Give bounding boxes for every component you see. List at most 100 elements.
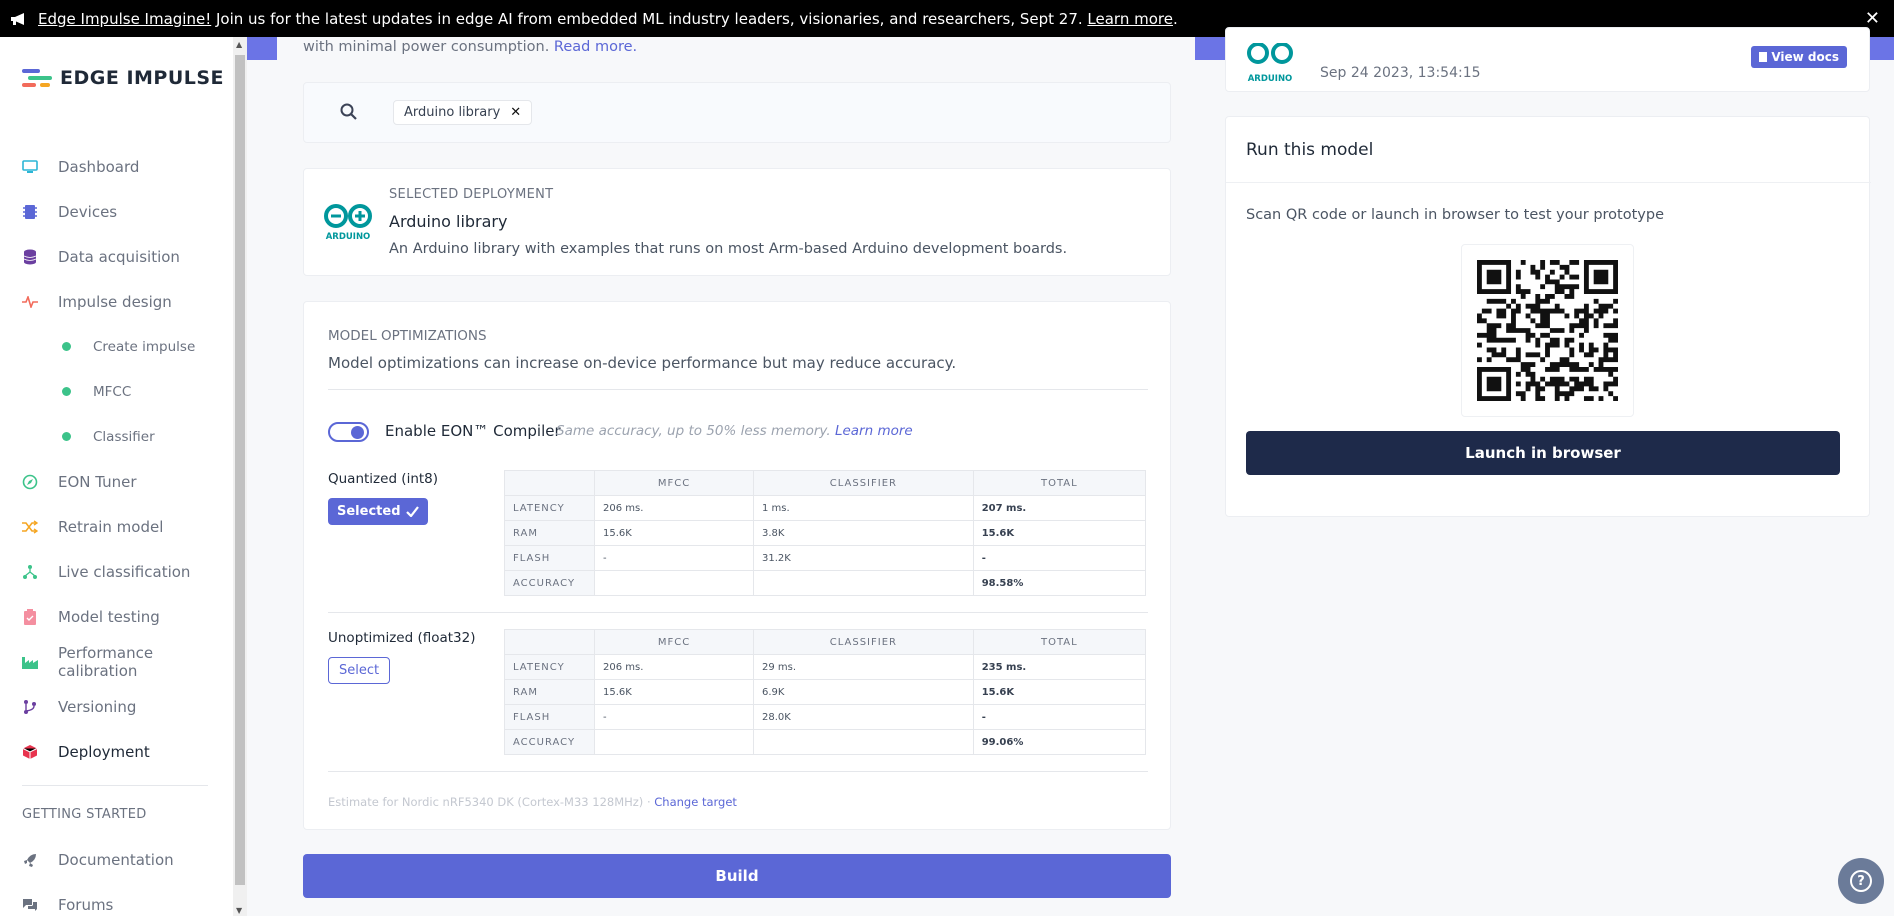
sidebar-item-classifier[interactable]: Classifier [0, 414, 233, 459]
table-row: ACCURACY 99.06% [504, 729, 1147, 755]
sidebar-item-deployment[interactable]: Deployment [0, 729, 233, 774]
box-icon [22, 744, 38, 760]
table-row: LATENCY 206 ms. 1 ms. 207 ms. [504, 495, 1147, 521]
eon-compiler-toggle[interactable] [328, 422, 369, 442]
remove-filter-icon[interactable]: ✕ [510, 105, 521, 120]
pulse-icon [22, 294, 38, 310]
sidebar-item-create-impulse[interactable]: Create impulse [0, 324, 233, 369]
chip-icon [22, 204, 38, 220]
sidebar-item-documentation[interactable]: Documentation [0, 837, 233, 882]
model-optimizations-card: MODEL OPTIMIZATIONS Model optimizations … [303, 301, 1171, 830]
section-title-getting-started: GETTING STARTED [22, 807, 147, 822]
sidebar-divider [22, 785, 208, 786]
table-header [504, 470, 595, 496]
edge-impulse-logo-icon [22, 67, 52, 89]
arduino-logo-icon: ARDUINO [324, 204, 372, 242]
intro-text: with minimal power consumption. Read mor… [303, 39, 638, 55]
sidebar-item-data-acquisition[interactable]: Data acquisition [0, 234, 233, 279]
banner-learn-more-link[interactable]: Learn more [1087, 10, 1173, 28]
build-timestamp: Sep 24 2023, 13:54:15 [1320, 65, 1481, 81]
eon-learn-more-link[interactable]: Learn more [835, 423, 913, 439]
run-model-title: Run this model [1246, 140, 1374, 160]
sidebar-item-live-classification[interactable]: Live classification [0, 549, 233, 594]
sidebar-item-retrain-model[interactable]: Retrain model [0, 504, 233, 549]
selected-deployment-card: ARDUINO SELECTED DEPLOYMENT Arduino libr… [303, 168, 1171, 276]
eon-compiler-note: Same accuracy, up to 50% less memory. Le… [556, 423, 913, 439]
sidebar-item-versioning[interactable]: Versioning [0, 684, 233, 729]
change-target-link[interactable]: Change target [654, 795, 737, 809]
status-dot-icon [62, 387, 71, 396]
chat-icon [22, 897, 38, 913]
table-header: CLASSIFIER [753, 629, 974, 655]
table-header: TOTAL [972, 629, 1147, 655]
help-button[interactable]: ? [1838, 858, 1884, 904]
svg-text:ARDUINO: ARDUINO [326, 232, 371, 242]
factory-icon [22, 654, 38, 670]
close-icon[interactable]: ✕ [1865, 8, 1880, 29]
launch-in-browser-button[interactable]: Launch in browser [1246, 431, 1840, 475]
selected-deployment-description: An Arduino library with examples that ru… [389, 241, 1068, 257]
quantized-selected-button[interactable]: Selected [328, 498, 428, 525]
deployment-search[interactable]: Arduino library ✕ [303, 82, 1171, 143]
selected-deployment-label: SELECTED DEPLOYMENT [389, 187, 554, 202]
quantized-metrics-table: MFCC CLASSIFIER TOTAL LATENCY 206 ms. 1 … [504, 470, 1147, 596]
banner-text: Edge Impulse Imagine! Join us for the la… [38, 9, 1178, 28]
logo[interactable]: EDGE IMPULSE [22, 67, 224, 89]
unoptimized-label: Unoptimized (float32) [328, 630, 476, 646]
table-header: TOTAL [972, 470, 1147, 496]
unoptimized-metrics-table: MFCC CLASSIFIER TOTAL LATENCY 206 ms. 29… [504, 629, 1147, 755]
sidebar-item-performance-calibration[interactable]: Performance calibration [0, 639, 233, 684]
quantized-label: Quantized (int8) [328, 471, 439, 487]
status-dot-icon [62, 342, 71, 351]
status-dot-icon [62, 432, 71, 441]
tree-icon [22, 564, 38, 580]
sidebar-scrollbar[interactable]: ▲ ▼ [233, 37, 247, 916]
branch-icon [22, 699, 38, 715]
unoptimized-select-button[interactable]: Select [328, 657, 391, 684]
sidebar-item-eon-tuner[interactable]: EON Tuner [0, 459, 233, 504]
model-optimizations-subtitle: Model optimizations can increase on-devi… [328, 354, 957, 372]
help-icon: ? [1850, 870, 1872, 892]
view-docs-button[interactable]: View docs [1751, 46, 1847, 68]
sidebar-item-dashboard[interactable]: Dashboard [0, 144, 233, 189]
table-row: RAM 15.6K 6.9K 15.6K [504, 679, 1147, 705]
sidebar-item-impulse-design[interactable]: Impulse design [0, 279, 233, 324]
filter-chip-arduino-library[interactable]: Arduino library ✕ [393, 100, 533, 125]
run-model-hint: Scan QR code or launch in browser to tes… [1246, 207, 1664, 223]
sidebar: EDGE IMPULSE Dashboard Devices Data acqu… [0, 37, 233, 916]
table-header [504, 629, 595, 655]
arduino-logo-icon: ARDUINO [1247, 43, 1293, 83]
database-icon [22, 249, 38, 265]
right-panel: ARDUINO Sep 24 2023, 13:54:15 View docs … [1195, 27, 1894, 916]
scroll-down-arrow-icon[interactable]: ▼ [236, 906, 242, 915]
table-header: MFCC [593, 629, 755, 655]
checkmark-icon [405, 506, 419, 517]
divider [328, 389, 1148, 390]
search-icon [340, 103, 357, 120]
divider [328, 771, 1148, 772]
model-optimizations-title: MODEL OPTIMIZATIONS [328, 328, 487, 344]
sidebar-item-devices[interactable]: Devices [0, 189, 233, 234]
table-row: FLASH - 31.2K - [504, 545, 1147, 571]
banner-link-imagine[interactable]: Edge Impulse Imagine! [38, 10, 211, 28]
target-estimate: Estimate for Nordic nRF5340 DK (Cortex-M… [328, 795, 737, 809]
qr-code [1461, 244, 1634, 417]
scroll-up-arrow-icon[interactable]: ▲ [236, 40, 242, 49]
table-header: CLASSIFIER [753, 470, 974, 496]
sidebar-getting-started: Documentation Forums [0, 837, 233, 916]
qr-code-icon [1477, 260, 1618, 401]
toggle-knob [351, 426, 364, 439]
table-row: ACCURACY 98.58% [504, 570, 1147, 596]
sidebar-item-mfcc[interactable]: MFCC [0, 369, 233, 414]
sidebar-item-forums[interactable]: Forums [0, 882, 233, 916]
sidebar-item-model-testing[interactable]: Model testing [0, 594, 233, 639]
divider [1226, 182, 1871, 183]
read-more-link[interactable]: Read more. [554, 39, 637, 55]
compass-icon [22, 474, 38, 490]
clipboard-icon [22, 608, 38, 625]
build-button[interactable]: Build [303, 854, 1171, 898]
monitor-icon [22, 159, 38, 175]
scrollbar-thumb[interactable] [235, 55, 245, 885]
table-row: LATENCY 206 ms. 29 ms. 235 ms. [504, 654, 1147, 680]
svg-text:ARDUINO: ARDUINO [1248, 74, 1293, 83]
